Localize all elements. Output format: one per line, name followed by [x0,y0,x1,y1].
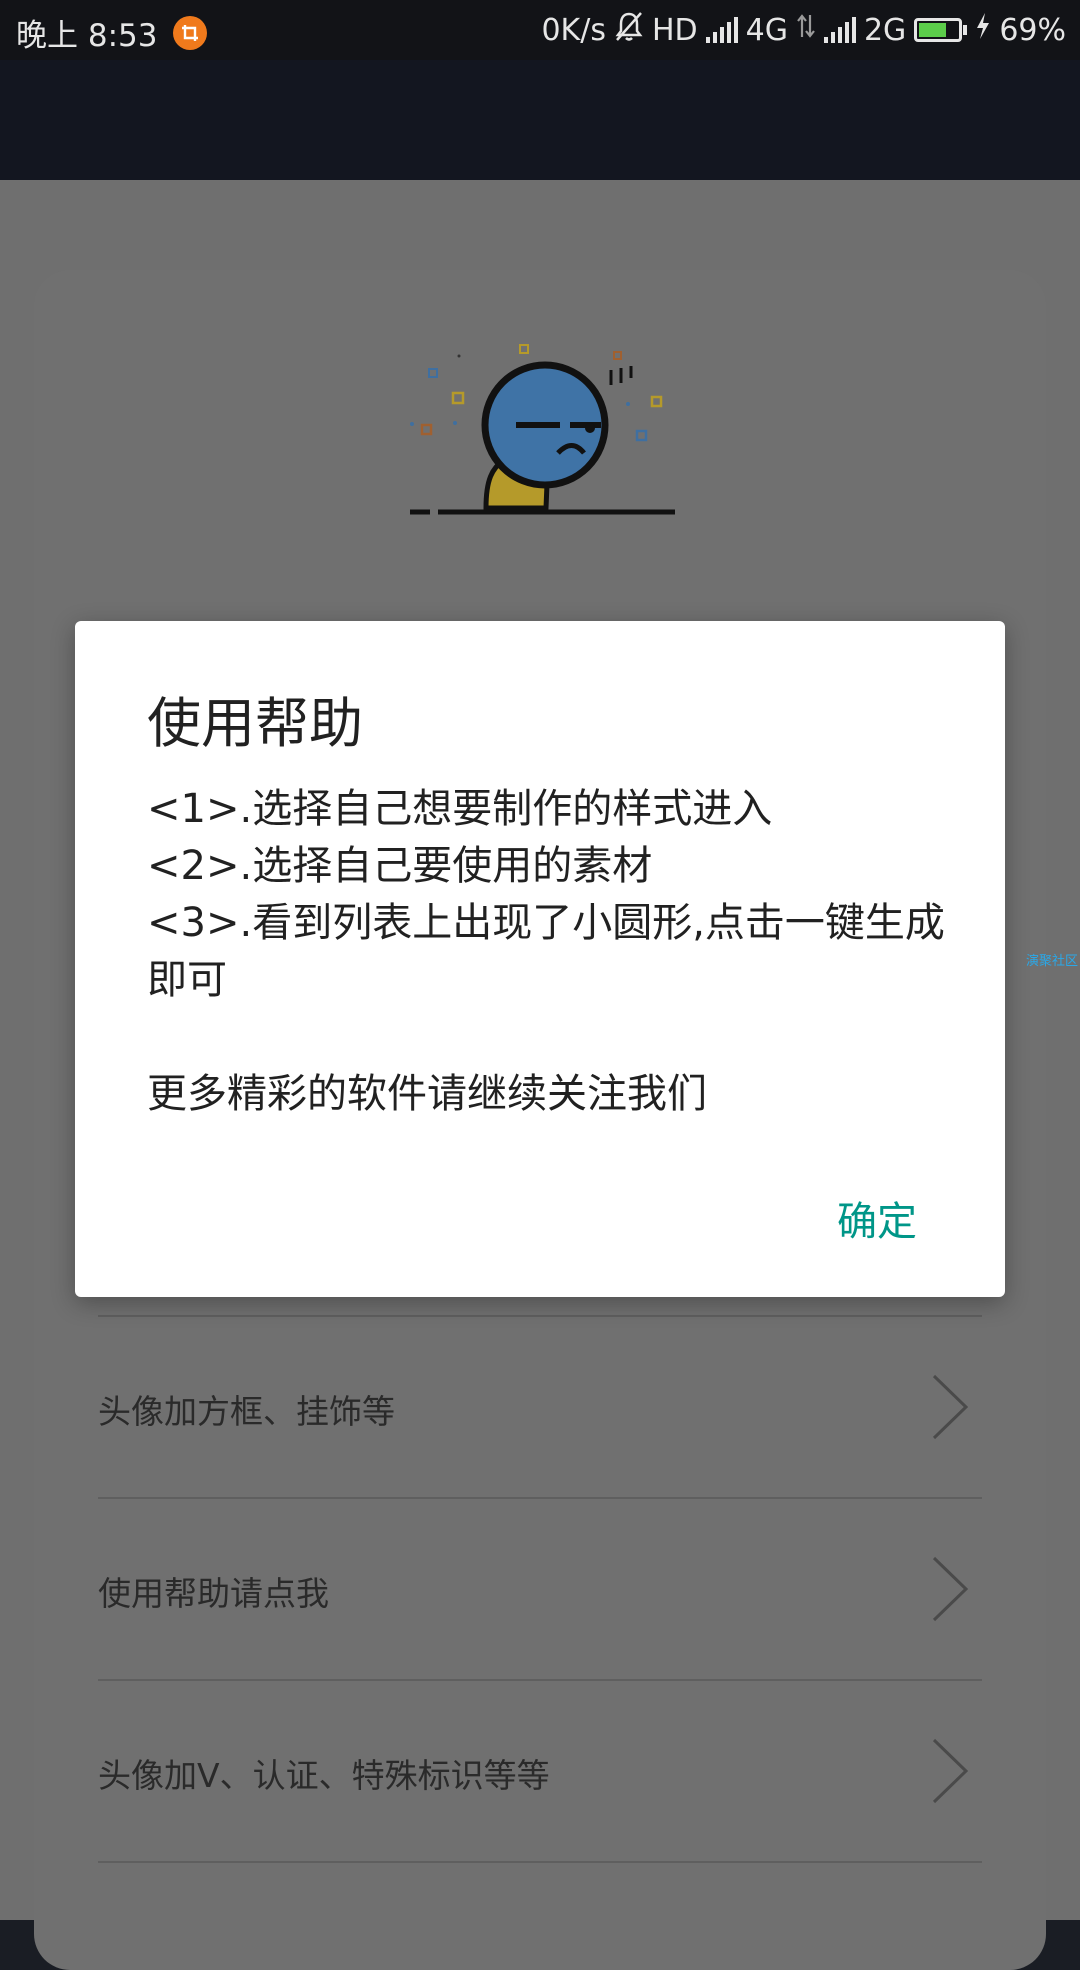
network-type-1: 4G [745,12,788,48]
chevron-right-icon [932,1556,969,1622]
confirm-button[interactable]: 确定 [837,1189,917,1247]
network-type-2: 2G [863,12,907,48]
list-item-help[interactable]: 使用帮助请点我 [98,1499,982,1681]
app-toolbar [0,60,1080,180]
status-bar: 晚上 8:53 0K/s HD 4G 2G 69% [0,0,1080,60]
list-item-frame-decor[interactable]: 头像加方框、挂饰等 [98,1317,982,1499]
mute-bell-icon [614,10,644,50]
hd-label: HD [651,12,698,48]
data-arrows-icon [796,11,816,49]
signal-2-icon [823,17,856,43]
dialog-line-4: 更多精彩的软件请继续关注我们 [147,1071,707,1117]
net-speed: 0K/s [541,12,606,48]
signal-1-icon [705,17,738,43]
mascot-illustration [400,340,690,520]
dialog-line-2: <2>.选择自己要使用的素材 [147,843,653,889]
dialog-line-3: <3>.看到列表上出现了小圆形,点击一键生成即可 [147,900,945,1003]
dialog-line-1: <1>.选择自己想要制作的样式进入 [147,786,773,832]
watermark: 演聚社区 [1025,954,1078,969]
battery-percent: 69% [999,12,1066,48]
battery-icon [914,18,968,42]
list-item-verify-badge[interactable]: 头像加V、认证、特殊标识等等 [98,1681,982,1863]
dialog-message: <1>.选择自己想要制作的样式进入 <2>.选择自己要使用的素材 <3>.看到列… [147,781,947,1123]
help-dialog: 使用帮助 <1>.选择自己想要制作的样式进入 <2>.选择自己要使用的素材 <3… [75,621,1005,1297]
charging-bolt-icon [975,12,991,48]
status-time: 晚上 8:53 [16,18,158,54]
list-item-label: 头像加方框、挂饰等 [98,1392,395,1431]
chevron-right-icon [932,1738,969,1804]
list-item-label: 头像加V、认证、特殊标识等等 [98,1756,550,1795]
feature-list: 头像加方框、挂饰等 使用帮助请点我 头像加V、认证、特殊标识等等 [98,1315,982,1863]
dialog-title: 使用帮助 [147,692,363,755]
screenshot-crop-icon [173,15,208,50]
list-item-label: 使用帮助请点我 [98,1574,329,1613]
chevron-right-icon [932,1374,969,1440]
